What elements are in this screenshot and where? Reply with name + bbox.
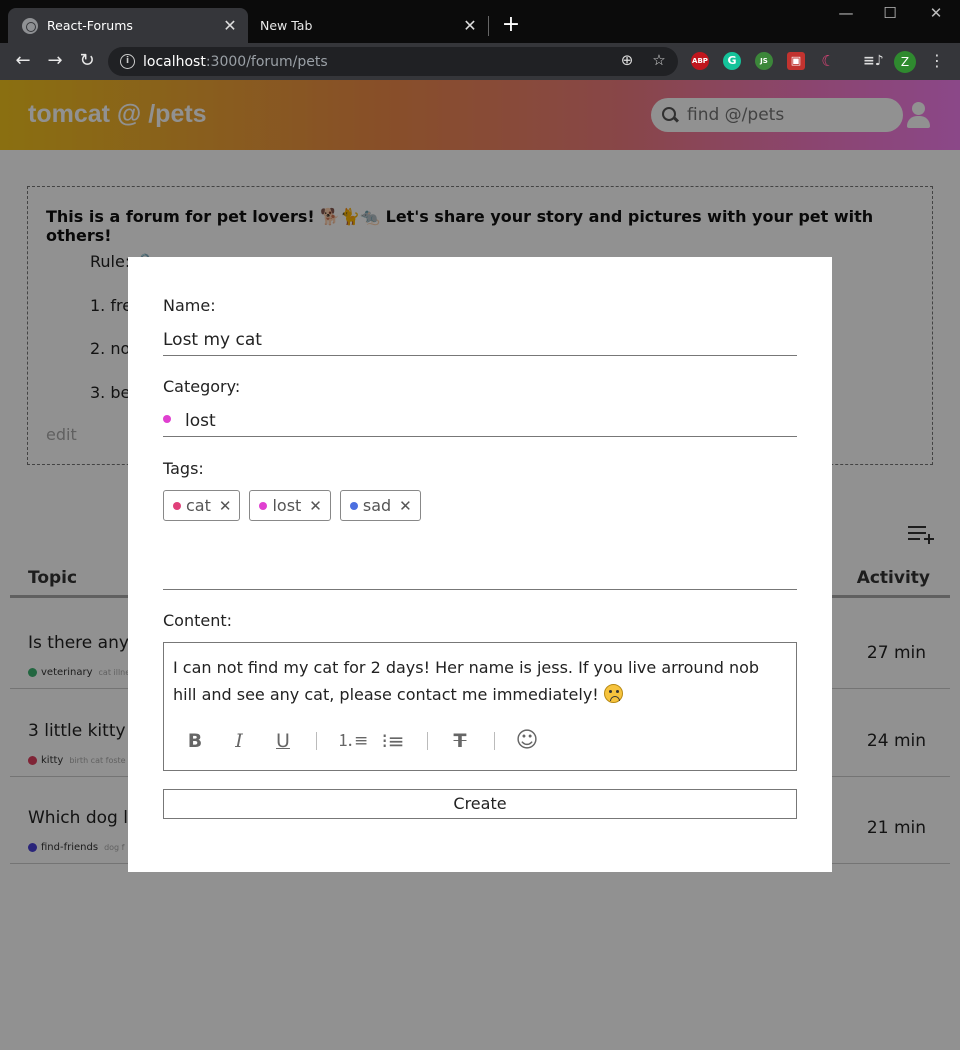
- tags-list: cat ✕ lost ✕ sad ✕: [163, 490, 421, 521]
- name-field[interactable]: [163, 330, 797, 356]
- grammarly-icon[interactable]: G: [723, 52, 741, 70]
- remove-tag-icon[interactable]: ✕: [219, 497, 232, 515]
- browser-toolbar: ← → ↻ i localhost:3000/forum/pets ⊕ ☆ AB…: [0, 43, 960, 80]
- profile-avatar[interactable]: Z: [894, 51, 916, 73]
- toolbar-divider: [494, 732, 495, 750]
- category-color-dot: [163, 415, 171, 423]
- ordered-list-icon[interactable]: ⒈≡: [337, 727, 368, 755]
- browser-tabbar: React-Forums ✕ New Tab ✕ + — ☐ ✕: [0, 0, 960, 43]
- remove-tag-icon[interactable]: ✕: [309, 497, 322, 515]
- nodejs-icon[interactable]: JS: [755, 52, 773, 70]
- globe-icon: [22, 17, 38, 34]
- tag-color-dot: [349, 501, 358, 510]
- tag-label: sad: [362, 496, 392, 515]
- toolbar-divider: [316, 732, 317, 750]
- tag-label: lost: [272, 496, 302, 515]
- maximize-icon[interactable]: ☐: [868, 4, 912, 22]
- zoom-icon[interactable]: ⊕: [616, 51, 638, 69]
- underline-icon[interactable]: U: [271, 727, 295, 755]
- emoji-icon[interactable]: ☺: [515, 727, 539, 755]
- back-arrow-icon[interactable]: ←: [10, 49, 36, 73]
- url-text[interactable]: localhost:3000/forum/pets: [143, 54, 328, 70]
- page-viewport: tomcat @ /pets This is a forum for pet l…: [0, 80, 960, 1050]
- tag-input-line[interactable]: [163, 589, 797, 590]
- italic-icon[interactable]: I: [227, 727, 251, 755]
- name-label: Name:: [163, 296, 216, 315]
- extension-red-icon[interactable]: ▣: [787, 52, 805, 70]
- close-tab-icon[interactable]: ✕: [218, 16, 242, 35]
- tab-divider: [488, 16, 489, 36]
- category-select[interactable]: lost: [163, 411, 797, 437]
- tab-react-forums[interactable]: React-Forums ✕: [8, 8, 248, 43]
- create-button[interactable]: Create: [163, 789, 797, 819]
- tab-new-tab[interactable]: New Tab ✕: [250, 8, 488, 43]
- tags-label: Tags:: [163, 459, 204, 478]
- bold-icon[interactable]: B: [183, 727, 207, 755]
- minimize-icon[interactable]: —: [824, 4, 868, 22]
- tag-color-dot: [173, 501, 181, 510]
- tab-title: New Tab: [260, 18, 313, 33]
- forward-arrow-icon[interactable]: →: [42, 49, 68, 73]
- bookmark-star-icon[interactable]: ☆: [648, 51, 670, 69]
- tag-color-dot: [259, 501, 268, 510]
- sad-emoji: [603, 684, 623, 703]
- clear-format-icon[interactable]: T: [448, 727, 472, 755]
- category-value: lost: [185, 411, 216, 431]
- tag-chip[interactable]: lost ✕: [249, 490, 331, 521]
- adblock-plus-icon[interactable]: ABP: [691, 52, 709, 70]
- content-label: Content:: [163, 611, 233, 630]
- media-controls-icon[interactable]: ≡♪: [863, 52, 884, 70]
- browser-menu-icon[interactable]: ⋮: [928, 51, 946, 70]
- tag-chip[interactable]: cat ✕: [163, 490, 241, 521]
- address-bar[interactable]: i localhost:3000/forum/pets ⊕ ☆: [108, 47, 678, 76]
- reload-icon[interactable]: ↻: [74, 49, 100, 73]
- content-editor[interactable]: I can not find my cat for 2 days! Her na…: [163, 642, 797, 771]
- new-topic-modal: Name: Category: lost Tags: cat ✕ lost ✕ …: [128, 257, 832, 872]
- new-tab-button[interactable]: +: [500, 13, 522, 37]
- bullet-list-icon[interactable]: ⁝≡: [381, 727, 405, 755]
- remove-tag-icon[interactable]: ✕: [399, 497, 412, 515]
- close-tab-icon[interactable]: ✕: [458, 16, 482, 35]
- tag-label: cat: [186, 496, 211, 515]
- category-label: Category:: [163, 377, 241, 396]
- dark-mode-icon[interactable]: ☾: [819, 52, 837, 70]
- close-window-icon[interactable]: ✕: [914, 4, 958, 22]
- tab-title: React-Forums: [47, 18, 133, 33]
- tag-chip[interactable]: sad ✕: [339, 490, 421, 521]
- content-text[interactable]: I can not find my cat for 2 days! Her na…: [173, 654, 783, 708]
- info-icon[interactable]: i: [120, 54, 135, 69]
- name-input[interactable]: [163, 330, 797, 350]
- toolbar-divider: [427, 732, 428, 750]
